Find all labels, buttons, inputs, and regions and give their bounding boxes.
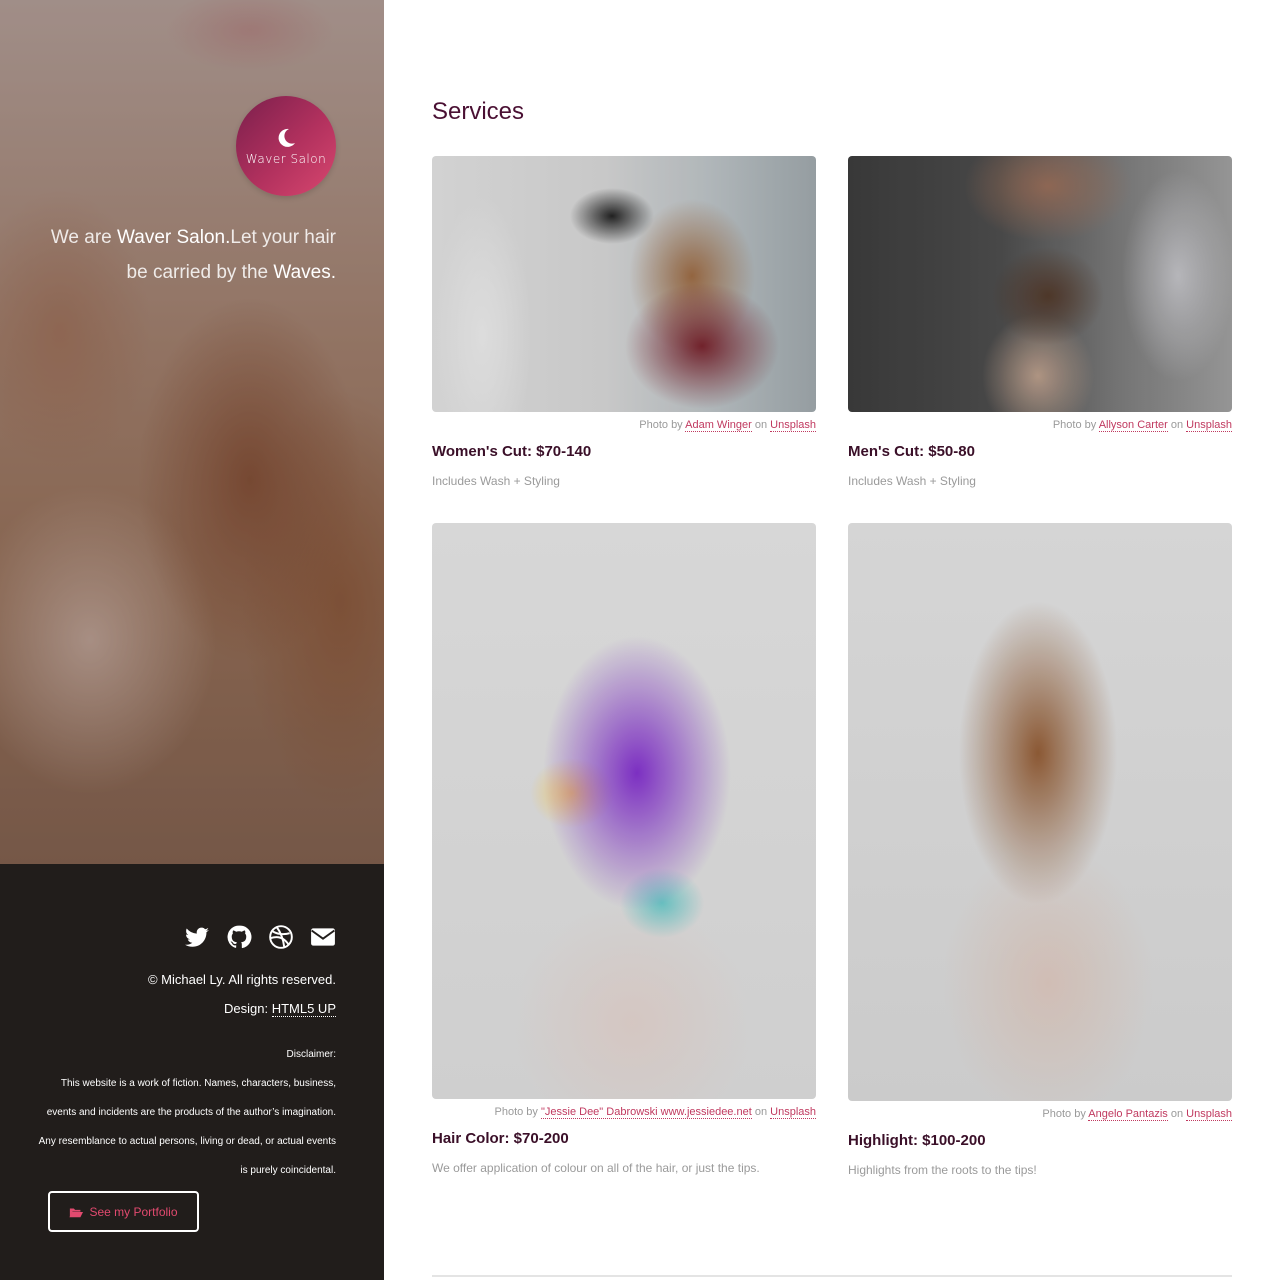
service-card-highlight: Photo by Angelo Pantazis on Unsplash Hig… — [848, 523, 1232, 1177]
github-icon[interactable] — [226, 924, 252, 950]
moon-icon — [278, 128, 295, 147]
sidebar-footer: © Michael Ly. All rights reserved. Desig… — [0, 864, 384, 1280]
divider — [432, 1275, 1232, 1277]
design-credit: Design: HTML5 UP — [224, 1001, 336, 1017]
service-photo — [432, 156, 816, 412]
service-card-hair-color: Photo by "Jessie Dee" Dabrowski www.jess… — [432, 523, 816, 1175]
photographer-link[interactable]: Allyson Carter — [1098, 419, 1168, 432]
credit-prefix: Photo by — [494, 1106, 541, 1118]
service-title: Hair Color: $70-200 — [432, 1130, 569, 1147]
photo-credit: Photo by Adam Winger on Unsplash — [432, 419, 816, 432]
logo-text: Waver Salon — [245, 152, 327, 166]
credit-on: on — [1167, 1108, 1187, 1120]
portfolio-button[interactable]: See my Portfolio — [48, 1191, 199, 1232]
service-photo — [432, 523, 816, 1099]
service-description: Includes Wash + Styling — [848, 474, 976, 488]
credit-on: on — [751, 419, 771, 431]
dribbble-icon[interactable] — [268, 924, 294, 950]
hero-content: Waver Salon We are Waver Salon.Let your … — [0, 0, 384, 864]
service-photo — [848, 523, 1232, 1101]
logo[interactable]: Waver Salon — [236, 96, 336, 196]
tagline: We are Waver Salon.Let your hair be carr… — [36, 220, 336, 290]
copyright-text: © Michael Ly. All rights reserved. — [147, 972, 336, 987]
photographer-link[interactable]: "Jessie Dee" Dabrowski www.jessiedee.net — [540, 1106, 752, 1119]
unsplash-link[interactable]: Unsplash — [1186, 1108, 1232, 1121]
html5up-link[interactable]: HTML5 UP — [271, 1001, 336, 1017]
envelope-icon[interactable] — [310, 924, 336, 950]
credit-prefix: Photo by — [639, 419, 686, 431]
service-description: We offer application of colour on all of… — [432, 1161, 760, 1175]
credit-on: on — [1167, 419, 1187, 431]
photo-credit: Photo by Angelo Pantazis on Unsplash — [848, 1108, 1232, 1121]
photographer-link[interactable]: Adam Winger — [685, 419, 752, 432]
page-title: Services — [432, 98, 525, 125]
photo-credit: Photo by "Jessie Dee" Dabrowski www.jess… — [432, 1106, 816, 1119]
disclaimer-line: Any resemblance to actual persons, livin… — [38, 1136, 336, 1147]
photo-credit: Photo by Allyson Carter on Unsplash — [848, 419, 1232, 432]
sidebar: Waver Salon We are Waver Salon.Let your … — [0, 0, 384, 1280]
disclaimer-line: events and incidents are the products of… — [46, 1107, 336, 1118]
folder-open-icon — [69, 1208, 84, 1217]
service-card-womens-cut: Photo by Adam Winger on Unsplash Women's… — [432, 156, 816, 488]
disclaimer: Disclaimer: This website is a work of fi… — [36, 1040, 336, 1185]
main-content: Services Photo by Adam Winger on Unsplas… — [432, 0, 1232, 1280]
service-title: Highlight: $100-200 — [848, 1132, 986, 1149]
unsplash-link[interactable]: Unsplash — [770, 419, 816, 432]
unsplash-link[interactable]: Unsplash — [1186, 419, 1232, 432]
credit-prefix: Photo by — [1052, 419, 1099, 431]
service-title: Women's Cut: $70-140 — [432, 443, 592, 460]
service-card-mens-cut: Photo by Allyson Carter on Unsplash Men'… — [848, 156, 1232, 488]
tagline-brand: Waver Salon. — [117, 227, 231, 248]
tagline-waves: Waves. — [273, 262, 336, 283]
social-icons — [184, 924, 336, 950]
credit-on: on — [751, 1106, 771, 1118]
credit-prefix: Photo by — [1042, 1108, 1089, 1120]
portfolio-button-label: See my Portfolio — [89, 1204, 178, 1219]
service-photo — [848, 156, 1232, 412]
twitter-icon[interactable] — [184, 924, 210, 950]
disclaimer-line: is purely coincidental. — [240, 1165, 336, 1176]
design-label: Design: — [224, 1001, 272, 1016]
unsplash-link[interactable]: Unsplash — [770, 1106, 816, 1119]
service-description: Includes Wash + Styling — [432, 474, 560, 488]
service-title: Men's Cut: $50-80 — [848, 443, 975, 460]
service-description: Highlights from the roots to the tips! — [848, 1163, 1037, 1177]
disclaimer-line: This website is a work of fiction. Names… — [60, 1078, 336, 1089]
tagline-part1: We are — [50, 227, 118, 248]
disclaimer-line: Disclaimer: — [286, 1049, 336, 1060]
photographer-link[interactable]: Angelo Pantazis — [1088, 1108, 1168, 1121]
